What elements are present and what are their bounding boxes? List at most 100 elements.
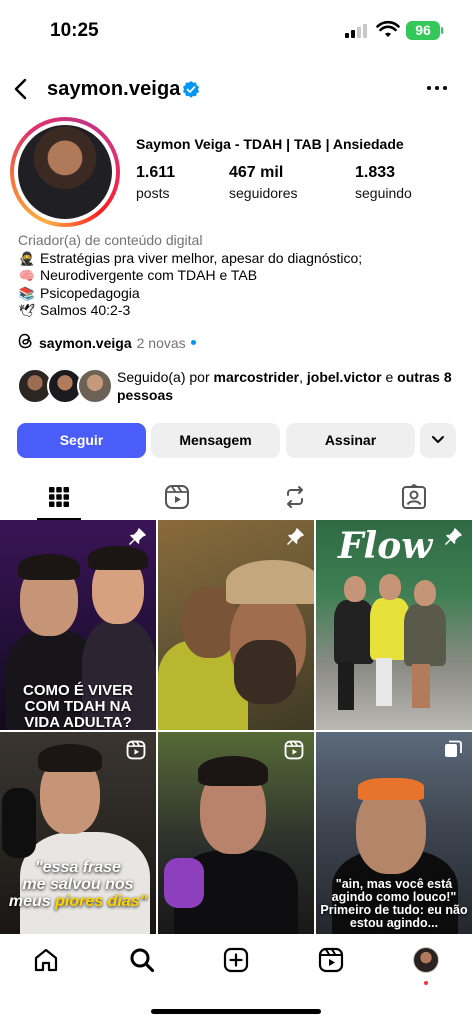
followed-by-prefix: Seguido(a) por — [117, 369, 214, 385]
caption-line: meus piores dias" — [0, 892, 156, 911]
profile-avatar-icon — [413, 947, 439, 973]
posts-grid: COMO É VIVER COM TDAH NA VIDA ADULTA? Fl… — [0, 520, 473, 942]
search-icon — [130, 948, 155, 973]
person-figure — [404, 604, 446, 666]
more-options-icon[interactable] — [426, 78, 448, 104]
person-figure — [344, 576, 366, 602]
stat-followers[interactable]: 467 mil seguidores — [229, 164, 298, 201]
bottom-navigation — [0, 934, 473, 990]
nav-reels[interactable] — [315, 944, 347, 976]
pin-icon — [444, 528, 462, 551]
tab-grid[interactable] — [0, 474, 118, 520]
nav-search[interactable] — [126, 944, 158, 976]
nav-home[interactable] — [30, 944, 62, 976]
caption-line: estou agindo... — [349, 916, 439, 931]
followed-by[interactable]: Seguido(a) por marcostrider, jobel.victo… — [17, 366, 467, 408]
beard-shape — [234, 640, 296, 704]
bio-text: Salmos 40:2-3 — [40, 302, 131, 318]
person-figure — [18, 554, 80, 580]
reels-icon — [318, 947, 344, 973]
follower-avatar — [77, 368, 113, 404]
followed-user-1[interactable]: marcostrider — [214, 369, 300, 385]
pin-icon — [286, 528, 304, 551]
post-thumbnail[interactable] — [158, 732, 314, 942]
nav-profile[interactable] — [410, 944, 442, 976]
caption-line: "essa frase — [35, 859, 121, 876]
followed-by-separator: , — [299, 369, 307, 385]
grid-icon — [49, 487, 69, 507]
post-caption: "essa frase me salvou nos meus piores di… — [0, 859, 156, 911]
bio-text: Neurodivergente com TDAH e TAB — [40, 267, 258, 283]
repost-icon — [287, 486, 303, 508]
post-caption: "ain, mas você está agindo como louco!" … — [316, 877, 472, 931]
profile-tabs — [0, 474, 473, 520]
caption-highlight: piores dias" — [55, 892, 148, 910]
pin-icon — [128, 528, 146, 551]
threads-new-count: 2 novas — [136, 334, 186, 351]
follow-button[interactable]: Seguir — [17, 423, 146, 458]
stat-posts[interactable]: 1.611 posts — [136, 164, 175, 201]
brain-emoji: 🧠 — [18, 268, 36, 283]
ninja-emoji: 🥷 — [18, 250, 36, 266]
post-thumbnail[interactable]: "essa frase me salvou nos meus piores di… — [0, 732, 156, 942]
bio-line: 🧠 Neurodivergente com TDAH e TAB — [18, 267, 362, 285]
bio-line: 🕊 Salmos 40:2-3 — [18, 302, 362, 320]
post-thumbnail[interactable]: COMO É VIVER COM TDAH NA VIDA ADULTA? — [0, 520, 156, 730]
profile-category: Criador(a) de conteúdo digital — [18, 232, 203, 248]
person-legs — [412, 664, 430, 708]
tab-tagged[interactable] — [355, 474, 473, 520]
avatar-border — [14, 121, 116, 223]
add-post-icon — [223, 947, 249, 973]
reels-icon — [165, 485, 189, 509]
stat-followers-value: 467 mil — [229, 164, 284, 181]
cap-shape — [358, 778, 424, 800]
tab-reposts[interactable] — [236, 474, 354, 520]
bio-line: 📚 Psicopedagogia — [18, 285, 362, 303]
reels-icon — [126, 740, 146, 765]
bio-text: Psicopedagogia — [40, 284, 140, 301]
cellular-signal-icon — [345, 24, 367, 38]
caption-line: me salvou nos — [22, 875, 134, 893]
battery-tip — [441, 27, 443, 34]
followed-by-conjunction: e — [381, 369, 398, 385]
nav-create[interactable] — [220, 944, 252, 976]
bio-line: 🥷 Estratégias pra viver melhor, apesar do… — [18, 250, 362, 268]
profile-actions: Seguir Mensagem Assinar — [17, 423, 457, 459]
post-thumbnail[interactable] — [158, 520, 314, 730]
person-legs — [338, 662, 354, 710]
subscribe-button[interactable]: Assinar — [286, 423, 415, 458]
message-button[interactable]: Mensagem — [151, 423, 280, 458]
reels-icon — [284, 740, 304, 765]
post-caption: COMO É VIVER COM TDAH NA VIDA ADULTA? — [22, 682, 134, 730]
person-figure — [334, 600, 374, 664]
stat-posts-value: 1.611 — [136, 164, 176, 181]
status-time: 10:25 — [50, 20, 99, 41]
home-indicator — [151, 1009, 321, 1014]
stat-following[interactable]: 1.833 seguindo — [355, 164, 412, 201]
threads-link[interactable]: saymon.veiga 2 novas — [18, 333, 196, 352]
threads-handle: saymon.veiga — [39, 334, 132, 351]
post-thumbnail[interactable]: "ain, mas você está agindo como louco!" … — [316, 732, 472, 942]
back-arrow-icon[interactable] — [10, 77, 32, 106]
header-username: saymon.veiga — [47, 78, 181, 100]
suggested-users-button[interactable] — [420, 423, 456, 458]
carousel-icon — [444, 740, 462, 763]
person-legs — [376, 658, 392, 706]
followed-user-2[interactable]: jobel.victor — [307, 369, 382, 385]
bio-text: Estratégias pra viver melhor, apesar do … — [40, 249, 363, 266]
stat-following-label: seguindo — [355, 185, 412, 201]
stat-following-value: 1.833 — [355, 164, 396, 181]
profile-avatar[interactable] — [10, 117, 120, 227]
post-thumbnail[interactable]: Flow — [316, 520, 472, 730]
status-bar: 10:25 96 — [0, 0, 473, 62]
hat-shape — [226, 560, 314, 604]
person-figure — [379, 574, 401, 600]
microphone-shape — [2, 788, 36, 858]
tab-reels[interactable] — [118, 474, 236, 520]
dove-emoji: 🕊 — [18, 303, 36, 318]
person-figure — [198, 756, 268, 786]
wifi-icon — [376, 20, 400, 45]
profile-bio: Criador(a) de conteúdo digital 🥷 Estratég… — [18, 232, 362, 320]
chevron-down-icon — [432, 436, 444, 443]
profile-full-name: Saymon Veiga - TDAH | TAB | Ansiedade — [136, 136, 404, 152]
